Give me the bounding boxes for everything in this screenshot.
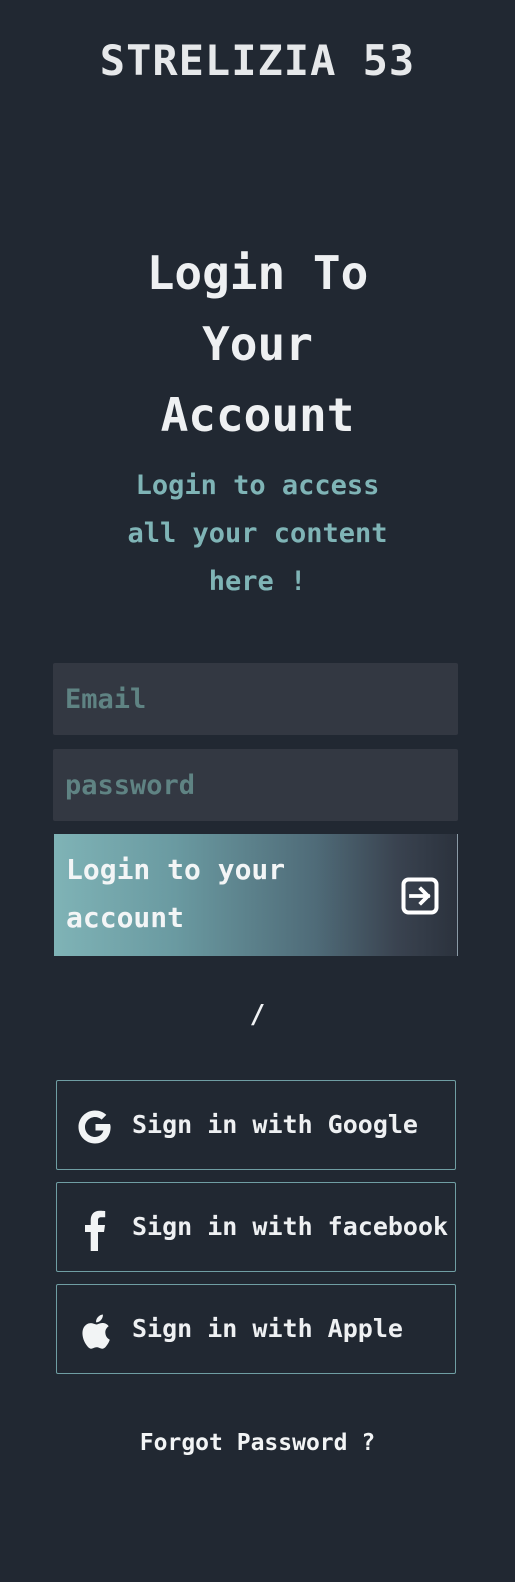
- app-logo-title: STRELIZIA 53: [99, 36, 416, 85]
- facebook-icon: [85, 1210, 106, 1251]
- login-button-label-line: account: [66, 901, 185, 934]
- facebook-signin-label: Sign in with facebook: [132, 1212, 449, 1241]
- page-title: Login To Your Account: [0, 238, 515, 451]
- forgot-password-link[interactable]: Forgot Password ?: [0, 1430, 515, 1456]
- divider-separator: /: [249, 1000, 266, 1030]
- login-button-label: Login to your account: [66, 846, 326, 942]
- google-signin-label: Sign in with Google: [132, 1110, 418, 1139]
- apple-signin-button[interactable]: Sign in with Apple: [56, 1284, 456, 1374]
- login-button[interactable]: Login to your account: [54, 834, 458, 956]
- apple-signin-label: Sign in with Apple: [132, 1314, 403, 1343]
- page-subtitle-line: all your content: [127, 518, 388, 549]
- page-subtitle-line: here !: [208, 566, 307, 597]
- arrow-right-box-icon: [401, 877, 439, 915]
- google-icon: [78, 1110, 111, 1144]
- page-subtitle: Login to access all your content here !: [0, 462, 515, 606]
- email-field[interactable]: [53, 663, 458, 735]
- login-button-label-line: Login to your: [66, 853, 286, 886]
- facebook-signin-button[interactable]: Sign in with facebook: [56, 1182, 456, 1272]
- page-title-line: Account: [160, 388, 355, 442]
- google-signin-button[interactable]: Sign in with Google: [56, 1080, 456, 1170]
- apple-icon: [82, 1314, 110, 1349]
- password-field[interactable]: [53, 749, 458, 821]
- page-subtitle-line: Login to access: [135, 470, 380, 501]
- page-title-line: Your: [202, 317, 313, 371]
- page-title-line: Login To: [146, 246, 369, 300]
